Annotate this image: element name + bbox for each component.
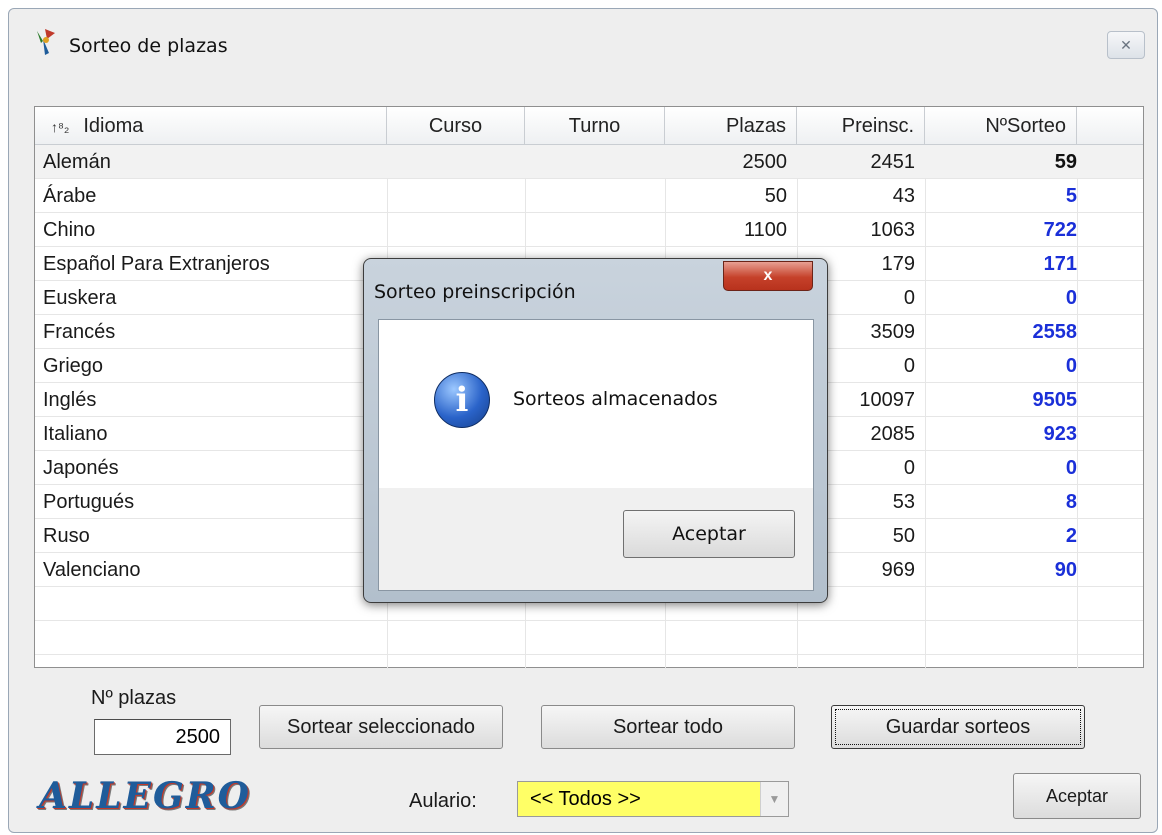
cell-nsorteo: 0 bbox=[1065, 457, 1077, 479]
cell-nsorteo: 0 bbox=[1065, 355, 1077, 377]
aulario-select[interactable]: << Todos >> ▼ bbox=[517, 781, 789, 817]
cell-nsorteo: 923 bbox=[1043, 423, 1077, 445]
window-close-button[interactable]: ✕ bbox=[1107, 31, 1145, 59]
cell-plazas: 2500 bbox=[742, 151, 788, 173]
cell-idioma: Japonés bbox=[43, 457, 119, 479]
col-header-turno[interactable]: Turno bbox=[525, 107, 665, 145]
col-header-nsorteo[interactable]: NºSorteo bbox=[925, 107, 1077, 145]
guardar-sorteos-button[interactable]: Guardar sorteos bbox=[831, 705, 1085, 749]
cell-nsorteo: 0 bbox=[1065, 287, 1077, 309]
cell-idioma: Español Para Extranjeros bbox=[43, 253, 270, 275]
cell-nsorteo: 9505 bbox=[1032, 389, 1078, 411]
cell-preinsc: 179 bbox=[881, 253, 915, 275]
cell-idioma: Chino bbox=[43, 219, 96, 241]
sort-icon: ↑⁸₂ bbox=[51, 119, 70, 135]
app-icon bbox=[37, 29, 55, 55]
cell-nsorteo: 722 bbox=[1043, 219, 1077, 241]
cell-preinsc: 50 bbox=[892, 525, 915, 547]
dialog-content: i Sorteos almacenados bbox=[379, 320, 813, 488]
aceptar-button[interactable]: Aceptar bbox=[1013, 773, 1141, 819]
dialog-aceptar-button[interactable]: Aceptar bbox=[623, 510, 795, 558]
cell-idioma: Francés bbox=[43, 321, 116, 343]
title-bar: Sorteo de plazas ✕ bbox=[9, 9, 1157, 79]
col-header-idioma[interactable]: ↑⁸₂ Idioma bbox=[35, 107, 387, 145]
cell-idioma: Euskera bbox=[43, 287, 117, 309]
dialog-close-button[interactable]: x bbox=[723, 261, 813, 291]
cell-preinsc: 0 bbox=[903, 287, 915, 309]
col-header-preinsc[interactable]: Preinsc. bbox=[797, 107, 925, 145]
cell-preinsc: 2085 bbox=[870, 423, 916, 445]
table-row[interactable]: Árabe 50 43 5 bbox=[35, 179, 1143, 213]
col-header-plazas[interactable]: Plazas bbox=[665, 107, 797, 145]
cell-nsorteo: 90 bbox=[1054, 559, 1077, 581]
dialog-body: i Sorteos almacenados Aceptar bbox=[378, 319, 814, 591]
cell-preinsc: 0 bbox=[903, 457, 915, 479]
dialog-message: Sorteos almacenados bbox=[513, 388, 718, 410]
table-row[interactable]: Chino 1100 1063 722 bbox=[35, 213, 1143, 247]
cell-preinsc: 10097 bbox=[859, 389, 915, 411]
allegro-logo: ALLEGRO bbox=[39, 775, 252, 817]
cell-idioma: Griego bbox=[43, 355, 104, 377]
aulario-value: << Todos >> bbox=[530, 788, 641, 810]
cell-nsorteo: 5 bbox=[1065, 185, 1077, 207]
aulario-label: Aulario: bbox=[409, 790, 477, 812]
col-header-curso[interactable]: Curso bbox=[387, 107, 525, 145]
cell-preinsc: 1063 bbox=[870, 219, 916, 241]
table-row[interactable] bbox=[35, 621, 1143, 655]
cell-preinsc: 43 bbox=[892, 185, 915, 207]
cell-idioma: Portugués bbox=[43, 491, 135, 513]
cell-idioma: Italiano bbox=[43, 423, 108, 445]
table-header: ↑⁸₂ Idioma Curso Turno Plazas Preinsc. Nº… bbox=[35, 107, 1143, 145]
table-row[interactable]: Alemán 2500 2451 59 bbox=[35, 145, 1143, 179]
cell-preinsc: 0 bbox=[903, 355, 915, 377]
cell-plazas: 50 bbox=[764, 185, 787, 207]
cell-nsorteo: 2558 bbox=[1032, 321, 1078, 343]
cell-nsorteo: 171 bbox=[1043, 253, 1077, 275]
cell-idioma: Árabe bbox=[43, 185, 97, 207]
window-title: Sorteo de plazas bbox=[69, 35, 228, 57]
chevron-down-icon[interactable]: ▼ bbox=[760, 782, 788, 816]
cell-nsorteo: 8 bbox=[1065, 491, 1077, 513]
cell-preinsc: 2451 bbox=[870, 151, 916, 173]
cell-idioma: Valenciano bbox=[43, 559, 141, 581]
dialog-title: Sorteo preinscripción bbox=[374, 281, 576, 303]
cell-idioma: Alemán bbox=[43, 151, 111, 173]
sortear-todo-button[interactable]: Sortear todo bbox=[541, 705, 795, 749]
close-icon: ✕ bbox=[1120, 37, 1132, 53]
cell-preinsc: 969 bbox=[881, 559, 915, 581]
cell-nsorteo: 2 bbox=[1065, 525, 1077, 547]
plazas-input[interactable]: 2500 bbox=[94, 719, 231, 755]
cell-preinsc: 53 bbox=[892, 491, 915, 513]
sortear-seleccionado-button[interactable]: Sortear seleccionado bbox=[259, 705, 503, 749]
close-icon: x bbox=[763, 267, 773, 284]
cell-idioma: Inglés bbox=[43, 389, 97, 411]
cell-plazas: 1100 bbox=[743, 219, 787, 241]
cell-idioma: Ruso bbox=[43, 525, 90, 547]
info-icon: i bbox=[434, 372, 490, 428]
cell-nsorteo: 59 bbox=[1054, 151, 1077, 173]
message-dialog: Sorteo preinscripción x i Sorteos almace… bbox=[363, 258, 828, 603]
cell-preinsc: 3509 bbox=[870, 321, 916, 343]
plazas-label: Nº plazas bbox=[91, 687, 177, 709]
